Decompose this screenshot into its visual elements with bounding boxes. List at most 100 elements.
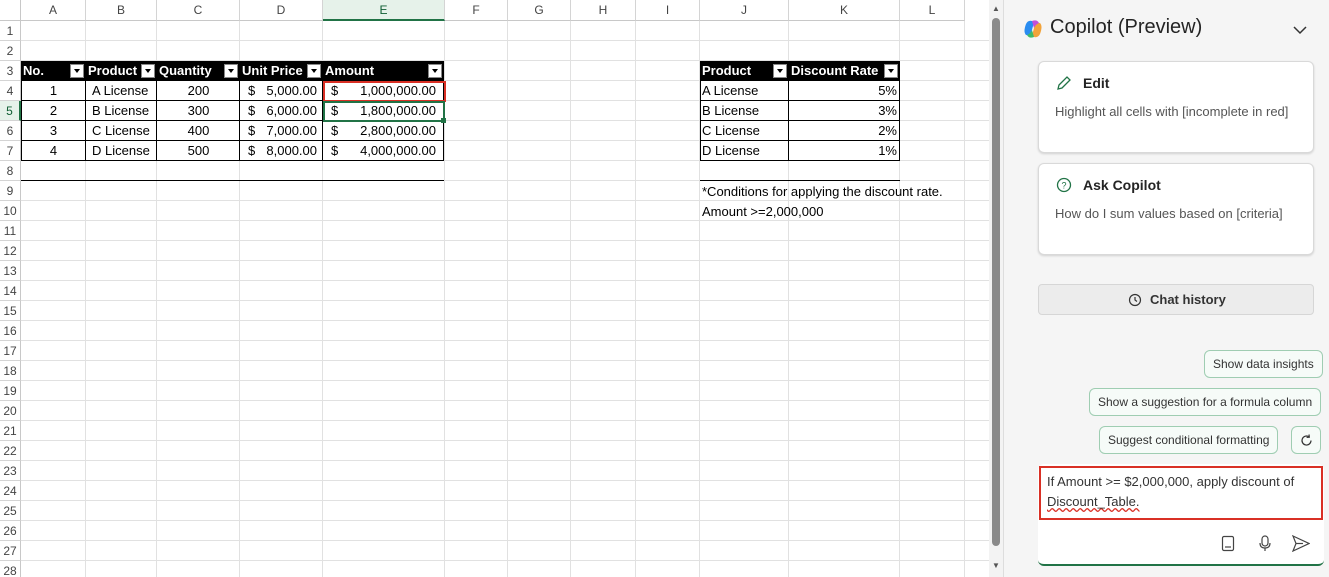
cell-product[interactable]: B License — [700, 101, 789, 121]
header-cell-discountrate[interactable]: Discount Rate — [789, 61, 900, 81]
active-cell-e5[interactable] — [323, 101, 445, 122]
row-header-1[interactable]: 1 — [0, 21, 21, 41]
row-header-26[interactable]: 26 — [0, 521, 21, 541]
chevron-down-icon[interactable] — [1292, 22, 1308, 38]
cell-discount-rate[interactable]: 3% — [789, 101, 900, 121]
row-header-9[interactable]: 9 — [0, 181, 21, 201]
edit-suggestion-card[interactable]: Edit Highlight all cells with [incomplet… — [1038, 61, 1314, 153]
refresh-suggestions-button[interactable] — [1291, 426, 1321, 454]
row-header-3[interactable]: 3 — [0, 61, 21, 81]
cell-unit-price[interactable]: $5,000.00 — [240, 81, 323, 101]
cell-product[interactable]: D License — [700, 141, 789, 161]
cell-product[interactable]: C License — [86, 121, 157, 141]
scroll-down-arrow[interactable]: ▼ — [992, 561, 1000, 570]
filter-dropdown-icon[interactable] — [307, 64, 321, 78]
row-header-18[interactable]: 18 — [0, 361, 21, 381]
cell-no[interactable]: 1 — [21, 81, 86, 101]
cell-product[interactable]: C License — [700, 121, 789, 141]
filter-dropdown-icon[interactable] — [884, 64, 898, 78]
cell-quantity[interactable]: 400 — [157, 121, 240, 141]
ask-copilot-card[interactable]: ? Ask Copilot How do I sum values based … — [1038, 163, 1314, 255]
filter-dropdown-icon[interactable] — [70, 64, 84, 78]
cell-quantity[interactable]: 200 — [157, 81, 240, 101]
column-header-c[interactable]: C — [157, 0, 240, 21]
column-header-i[interactable]: I — [636, 0, 700, 21]
send-icon[interactable] — [1291, 534, 1311, 553]
column-header-d[interactable]: D — [240, 0, 323, 21]
filter-dropdown-icon[interactable] — [224, 64, 238, 78]
formula-column-suggestion-chip[interactable]: Show a suggestion for a formula column — [1089, 388, 1322, 416]
row-header-4[interactable]: 4 — [0, 81, 21, 101]
row-header-5[interactable]: 5 — [0, 101, 21, 121]
row-header-14[interactable]: 14 — [0, 281, 21, 301]
row-header-15[interactable]: 15 — [0, 301, 21, 321]
discount-condition-threshold[interactable]: Amount >=2,000,000 — [702, 202, 823, 222]
prompt-text-line1[interactable]: If Amount >= $2,000,000, apply discount … — [1047, 472, 1294, 492]
row-header-23[interactable]: 23 — [0, 461, 21, 481]
column-header-k[interactable]: K — [789, 0, 900, 21]
row-header-24[interactable]: 24 — [0, 481, 21, 501]
cell-product[interactable]: A License — [700, 81, 789, 101]
cell-quantity[interactable]: 500 — [157, 141, 240, 161]
row-header-2[interactable]: 2 — [0, 41, 21, 61]
notebook-icon[interactable] — [1220, 535, 1236, 552]
discount-condition-note[interactable]: *Conditions for applying the discount ra… — [702, 182, 943, 202]
column-header-e[interactable]: E — [323, 0, 445, 21]
scrollbar-thumb[interactable] — [992, 18, 1000, 546]
header-cell-product[interactable]: Product — [700, 61, 789, 81]
header-cell-unitprice[interactable]: Unit Price — [240, 61, 323, 81]
row-header-20[interactable]: 20 — [0, 401, 21, 421]
row-header-28[interactable]: 28 — [0, 561, 21, 577]
row-header-19[interactable]: 19 — [0, 381, 21, 401]
select-all-corner[interactable] — [0, 0, 21, 21]
cell-discount-rate[interactable]: 2% — [789, 121, 900, 141]
row-header-12[interactable]: 12 — [0, 241, 21, 261]
row-header-13[interactable]: 13 — [0, 261, 21, 281]
header-cell-product[interactable]: Product — [86, 61, 157, 81]
cell-unit-price[interactable]: $6,000.00 — [240, 101, 323, 121]
row-header-16[interactable]: 16 — [0, 321, 21, 341]
show-data-insights-chip[interactable]: Show data insights — [1204, 350, 1323, 378]
header-cell-quantity[interactable]: Quantity — [157, 61, 240, 81]
column-header-b[interactable]: B — [86, 0, 157, 21]
column-header-l[interactable]: L — [900, 0, 965, 21]
conditional-formatting-chip[interactable]: Suggest conditional formatting — [1099, 426, 1279, 454]
highlighted-cell-e4[interactable] — [323, 81, 446, 102]
row-header-21[interactable]: 21 — [0, 421, 21, 441]
row-header-10[interactable]: 10 — [0, 201, 21, 221]
header-cell-amount[interactable]: Amount — [323, 61, 444, 81]
column-header-f[interactable]: F — [445, 0, 508, 21]
cell-discount-rate[interactable]: 5% — [789, 81, 900, 101]
row-header-11[interactable]: 11 — [0, 221, 21, 241]
cell-unit-price[interactable]: $7,000.00 — [240, 121, 323, 141]
cell-product[interactable]: B License — [86, 101, 157, 121]
cell-no[interactable]: 3 — [21, 121, 86, 141]
row-header-22[interactable]: 22 — [0, 441, 21, 461]
cell-quantity[interactable]: 300 — [157, 101, 240, 121]
cell-no[interactable]: 2 — [21, 101, 86, 121]
cell-product[interactable]: A License — [86, 81, 157, 101]
spreadsheet-grid[interactable]: ABCDEFGHIJKL 1 2 3 4 5 6 7 8 9 10 11 12 13 14 15 16 17 18… — [0, 0, 989, 577]
row-header-17[interactable]: 17 — [0, 341, 21, 361]
filter-dropdown-icon[interactable] — [773, 64, 787, 78]
cell-amount[interactable]: $4,000,000.00 — [323, 141, 444, 161]
fill-handle[interactable] — [441, 118, 446, 123]
prompt-text-line2[interactable]: Discount_Table. — [1047, 492, 1140, 512]
cell-no[interactable]: 4 — [21, 141, 86, 161]
column-header-j[interactable]: J — [700, 0, 789, 21]
filter-dropdown-icon[interactable] — [428, 64, 442, 78]
cell-unit-price[interactable]: $8,000.00 — [240, 141, 323, 161]
cell-amount[interactable]: $2,800,000.00 — [323, 121, 444, 141]
column-header-h[interactable]: H — [571, 0, 636, 21]
row-header-27[interactable]: 27 — [0, 541, 21, 561]
column-header-a[interactable]: A — [21, 0, 86, 21]
cell-product[interactable]: D License — [86, 141, 157, 161]
column-header-g[interactable]: G — [508, 0, 571, 21]
header-cell-no[interactable]: No. — [21, 61, 86, 81]
microphone-icon[interactable] — [1258, 535, 1272, 552]
row-header-8[interactable]: 8 — [0, 161, 21, 181]
filter-dropdown-icon[interactable] — [141, 64, 155, 78]
cell-discount-rate[interactable]: 1% — [789, 141, 900, 161]
chat-history-button[interactable]: Chat history — [1038, 284, 1314, 315]
row-header-6[interactable]: 6 — [0, 121, 21, 141]
